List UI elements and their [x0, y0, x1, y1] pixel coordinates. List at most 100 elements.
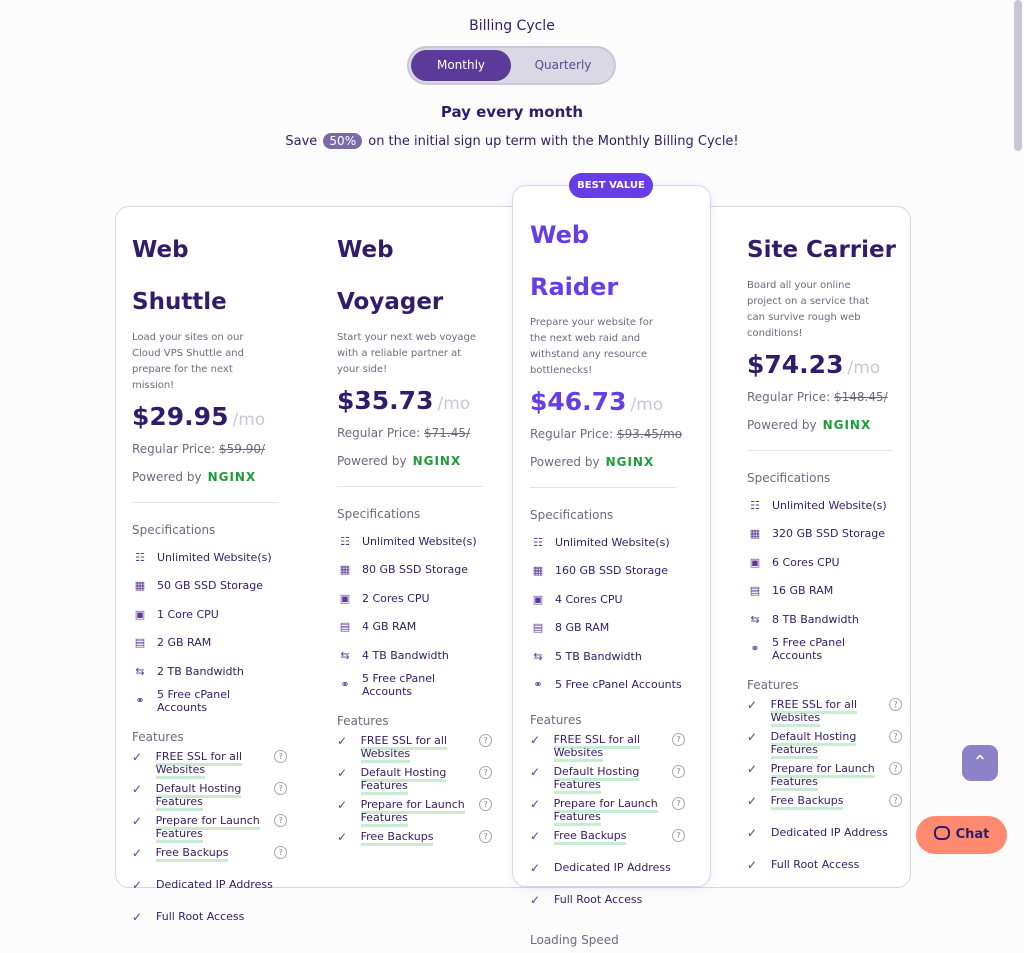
help-icon[interactable]: ? [672, 765, 685, 778]
loading-speed-heading: Loading Speed [530, 933, 619, 947]
help-icon[interactable]: ? [274, 781, 287, 795]
network-icon: ☷ [533, 535, 543, 549]
cpanel-icon: ⚭ [533, 678, 543, 692]
feature-label: Free Backups [770, 793, 844, 810]
check-icon: ✓ [132, 845, 143, 860]
chat-button[interactable]: Chat [916, 816, 1007, 854]
plan-column: Web Voyager Start your next web voyage wi… [337, 224, 492, 862]
help-icon[interactable]: ? [889, 729, 902, 743]
check-icon: ✓ [530, 765, 541, 779]
feature-label: Dedicated IP Address [156, 877, 273, 891]
feature-item: ✓ Dedicated IP Address [132, 878, 287, 904]
feature-item: ✓ Prepare for Launch Features? [747, 761, 902, 791]
regular-price-label: Regular Price: [530, 427, 614, 441]
spec-item: ⚭ 5 Free cPanel Accounts [530, 671, 685, 700]
feature-label: Full Root Access [554, 893, 643, 906]
network-icon: ☷ [135, 550, 145, 564]
plan-description: Start your next web voyage with a reliab… [337, 332, 477, 375]
help-icon[interactable]: ? [672, 797, 685, 810]
help-icon[interactable]: ? [479, 797, 492, 811]
feature-item: ✓ Full Root Access [530, 893, 685, 919]
bandwidth-icon: ⇆ [750, 612, 760, 626]
feature-text: Free Backups [360, 829, 478, 846]
spec-text: 50 GB SSD Storage [157, 579, 264, 593]
help-icon[interactable]: ? [274, 813, 287, 827]
feature-label: Free Backups [155, 845, 229, 862]
chevron-up-icon: ⌃ [972, 752, 988, 773]
powered-by: Powered by NGINX [337, 454, 492, 474]
plan-price: $74.23 [747, 350, 844, 379]
price-period: /mo [232, 410, 266, 430]
billing-cycle-title: Billing Cycle [469, 18, 555, 34]
cpu-icon: ▣ [134, 607, 146, 621]
powered-by: Powered by NGINX [530, 455, 685, 475]
cpu-icon: ▣ [749, 555, 761, 569]
help-icon[interactable]: ? [479, 765, 492, 779]
quarterly-option[interactable]: Quarterly [513, 50, 613, 81]
feature-text: Full Root Access [771, 858, 891, 871]
spec-item: ▤ 8 GB RAM [530, 614, 685, 643]
storage-icon: ▦ [339, 563, 351, 577]
spec-text: 80 GB SSD Storage [362, 563, 469, 577]
help-icon[interactable]: ? [672, 829, 685, 842]
feature-label: Prepare for Launch Features [360, 797, 465, 827]
feature-label: Dedicated IP Address [771, 825, 888, 839]
check-icon: ✓ [132, 781, 143, 796]
check-icon: ✓ [132, 749, 143, 764]
spec-text: 160 GB SSD Storage [555, 564, 669, 578]
feature-label: Dedicated IP Address [554, 861, 671, 874]
billing-toggle[interactable]: Monthly Quarterly [407, 46, 616, 85]
spec-text: 2 GB RAM [157, 636, 212, 650]
help-icon[interactable]: ? [672, 733, 685, 746]
scroll-to-top-button[interactable]: ⌃ [962, 745, 998, 781]
feature-label: FREE SSL for all Websites [770, 697, 857, 727]
help-icon[interactable]: ? [889, 793, 902, 807]
network-icon: ☷ [750, 498, 760, 512]
chat-label: Chat [955, 827, 990, 842]
regular-price: Regular Price: $148.45/ [747, 390, 902, 404]
regular-price-value: $59.90/ [218, 442, 266, 456]
spec-text: 6 Cores CPU [772, 555, 840, 569]
pay-every-text: Pay every month [440, 103, 584, 121]
feature-item: ✓ Prepare for Launch Features? [337, 797, 492, 827]
help-icon[interactable]: ? [479, 733, 492, 747]
help-icon[interactable]: ? [274, 749, 287, 763]
best-value-badge: BEST VALUE [569, 173, 653, 198]
cpu-icon: ▣ [339, 591, 351, 605]
help-icon[interactable]: ? [479, 829, 492, 843]
cpu-icon: ▣ [532, 592, 544, 606]
specifications-heading: Specifications [132, 523, 216, 537]
check-icon: ✓ [337, 797, 348, 812]
page-scrollbar[interactable] [1014, 0, 1022, 151]
plan-column: Site Carrier Board all your online projec… [747, 224, 902, 890]
help-icon[interactable]: ? [274, 845, 287, 859]
help-icon[interactable]: ? [889, 761, 902, 775]
spec-item: ▣ 4 Cores CPU [530, 585, 685, 614]
spec-text: 8 TB Bandwidth [772, 612, 859, 626]
feature-text: Free Backups [553, 829, 671, 845]
spec-text: Unlimited Website(s) [555, 535, 670, 549]
check-icon: ✓ [747, 761, 758, 776]
feature-item: ✓ Full Root Access [747, 858, 902, 884]
spec-item: ⇆ 4 TB Bandwidth [337, 641, 492, 670]
plan-price: $46.73 [530, 387, 627, 416]
storage-icon: ▦ [532, 564, 544, 578]
spec-item: ▦ 160 GB SSD Storage [530, 557, 685, 586]
ram-icon: ▤ [532, 621, 544, 635]
feature-item: ✓ FREE SSL for all Websites? [132, 749, 287, 779]
bandwidth-icon: ⇆ [533, 649, 543, 663]
spec-item: ☷ Unlimited Website(s) [530, 528, 685, 557]
cpanel-icon: ⚭ [750, 642, 760, 655]
spec-text: 4 GB RAM [362, 620, 417, 634]
feature-text: Prepare for Launch Features [553, 797, 671, 826]
price-row: $74.23/mo [747, 350, 902, 388]
feature-item: ✓ Free Backups? [530, 829, 685, 855]
help-icon[interactable]: ? [889, 697, 902, 711]
specifications-heading: Specifications [530, 508, 614, 522]
price-period: /mo [847, 358, 881, 378]
spec-text: 2 TB Bandwidth [157, 664, 244, 678]
monthly-option[interactable]: Monthly [411, 50, 511, 81]
feature-item: ✓ Full Root Access [132, 910, 287, 936]
spec-text: 5 Free cPanel Accounts [362, 671, 436, 698]
feature-text: Default Hosting Features [360, 765, 478, 795]
